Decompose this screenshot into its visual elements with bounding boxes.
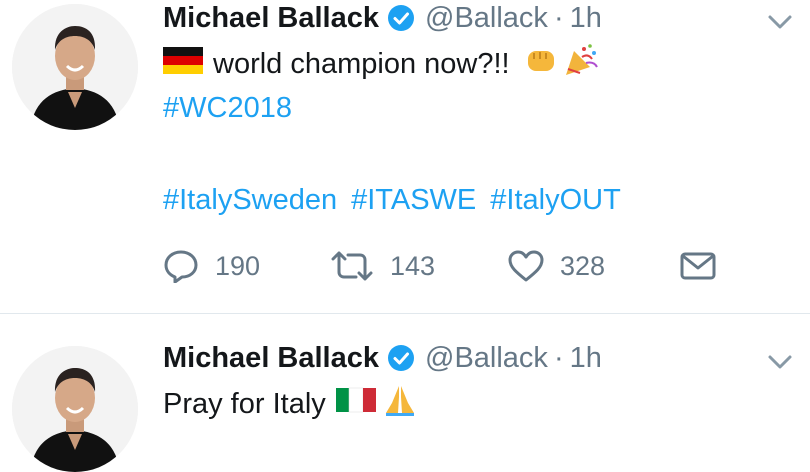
tweet: Michael Ballack @Ballack · 1h world cham… (0, 0, 810, 313)
retweet-count: 143 (390, 250, 436, 281)
tweet-text: world champion now?!! (213, 47, 510, 80)
like-button[interactable]: 328 (508, 248, 605, 284)
timestamp[interactable]: 1h (570, 2, 602, 35)
avatar[interactable] (12, 4, 138, 130)
chevron-down-icon[interactable] (765, 12, 795, 32)
tweet-text: Pray for Italy (163, 387, 326, 420)
tweet-text-line1: world champion now?!! (163, 44, 600, 84)
reply-button[interactable]: 190 (163, 248, 260, 284)
message-icon (680, 252, 716, 280)
message-button[interactable] (680, 248, 716, 284)
author-name[interactable]: Michael Ballack (163, 2, 379, 35)
separator-dot: · (553, 1, 564, 34)
chevron-down-icon[interactable] (765, 352, 795, 372)
tweet-header: Michael Ballack @Ballack · 1h (163, 0, 602, 38)
hashtag-link[interactable]: #ItalyOUT (490, 184, 621, 217)
like-count: 328 (560, 250, 606, 281)
tweet-header: Michael Ballack @Ballack · 1h (163, 338, 602, 378)
reply-count: 190 (215, 250, 261, 281)
hashtag-link[interactable]: #ITASWE (351, 184, 476, 217)
tweet: Michael Ballack @Ballack · 1h Pray for I… (0, 336, 810, 472)
timestamp[interactable]: 1h (570, 342, 602, 375)
author-handle[interactable]: @Ballack (425, 2, 548, 35)
avatar[interactable] (12, 346, 138, 472)
praying-hands-emoji (382, 383, 418, 425)
author-handle[interactable]: @Ballack (425, 342, 548, 375)
reply-icon (164, 250, 198, 283)
hashtag-link[interactable]: #WC2018 (163, 92, 292, 125)
italy-flag-emoji (335, 385, 376, 423)
like-icon (508, 250, 544, 282)
tweet-hashtags-line2: #WC2018 (163, 88, 306, 128)
verified-icon (387, 4, 415, 32)
author-name[interactable]: Michael Ballack (163, 342, 379, 375)
germany-flag-emoji (163, 45, 203, 83)
verified-icon (387, 344, 415, 372)
retweet-icon (331, 251, 373, 281)
retweet-button[interactable]: 143 (330, 248, 435, 284)
tweet-divider (0, 313, 810, 314)
tweet-hashtags-line3: #ItalySweden #ITASWE #ItalyOUT (163, 180, 635, 220)
tweet-text-line1: Pray for Italy (163, 384, 418, 424)
party-popper-emoji (564, 43, 600, 85)
fist-emoji (524, 45, 558, 83)
separator-dot: · (553, 341, 564, 374)
hashtag-link[interactable]: #ItalySweden (163, 184, 337, 217)
